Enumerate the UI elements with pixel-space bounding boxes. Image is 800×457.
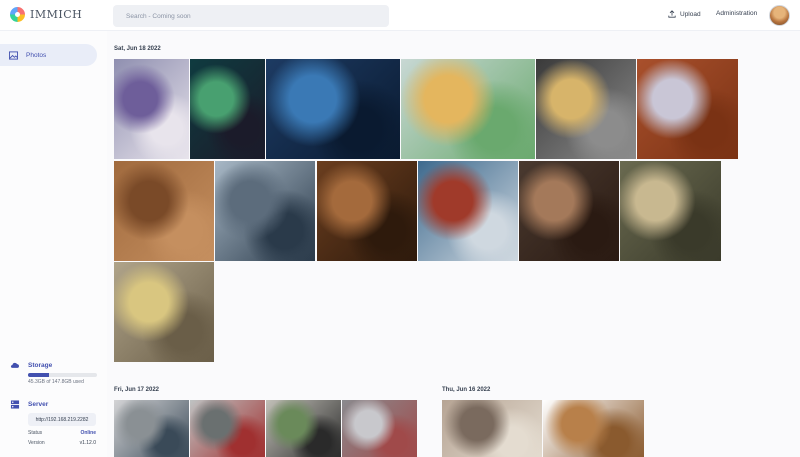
upload-label: Upload xyxy=(680,10,701,18)
date-group-heading: Thu, Jun 16 2022 xyxy=(442,387,491,393)
status-value: Online xyxy=(80,430,96,436)
server-rack-photo[interactable] xyxy=(114,400,189,457)
coffee-roaster-photo[interactable] xyxy=(519,161,619,261)
search-input[interactable]: Search - Coming soon xyxy=(113,5,389,27)
photo-timeline: Sat, Jun 18 2022 Fri, Jun 17 2022 Thu, J… xyxy=(107,31,800,457)
dry-goods-jars-photo[interactable] xyxy=(114,262,214,362)
storage-title: Storage xyxy=(28,361,53,369)
cable-bundle-photo[interactable] xyxy=(342,400,417,457)
server-url: http://192.168.219.2282 xyxy=(28,413,96,426)
user-avatar[interactable] xyxy=(769,5,790,26)
administration-link[interactable]: Administration xyxy=(716,10,757,17)
tablet-screen-photo[interactable] xyxy=(114,59,189,159)
storage-progress-fill xyxy=(28,373,50,377)
version-value: v1.12.0 xyxy=(79,440,96,446)
top-bar: IMMICH Search - Coming soon Upload Admin… xyxy=(0,0,800,31)
spice-jars-photo[interactable] xyxy=(620,161,721,261)
mirror-selfie-photo[interactable] xyxy=(442,400,542,457)
pasta-jar-photo[interactable] xyxy=(536,59,636,159)
photo-icon xyxy=(9,50,18,60)
app-name: IMMICH xyxy=(30,8,83,21)
sidebar: Photos Storage 45.3GB of 147.8GB used Se… xyxy=(0,31,107,457)
status-label: Status xyxy=(28,430,43,436)
wiring-panel-photo[interactable] xyxy=(190,400,265,457)
containers-photo[interactable] xyxy=(418,161,518,261)
server-heading: Server xyxy=(10,400,48,409)
sidebar-item-photos[interactable]: Photos xyxy=(0,44,97,66)
date-group-heading: Fri, Jun 17 2022 xyxy=(114,387,160,393)
hazelnuts-photo[interactable] xyxy=(317,161,417,261)
teddy-bear-photo[interactable] xyxy=(543,400,644,457)
gloves-beans-photo[interactable] xyxy=(637,59,738,159)
server-title: Server xyxy=(28,401,49,408)
server-status-row: Status Online xyxy=(28,430,96,436)
almonds-photo[interactable] xyxy=(114,161,214,261)
app-logo[interactable]: IMMICH xyxy=(10,7,82,22)
cargo-ship-photo[interactable] xyxy=(215,161,315,261)
upload-button[interactable]: Upload xyxy=(668,10,701,18)
server-icon xyxy=(10,400,20,409)
play-table-photo[interactable] xyxy=(401,59,535,159)
upload-icon xyxy=(668,10,676,18)
cloud-icon xyxy=(10,362,20,368)
server-version-row: Version v1.12.0 xyxy=(28,440,96,446)
version-label: Version xyxy=(28,440,45,446)
sidebar-item-label: Photos xyxy=(26,51,47,59)
storage-usage-text: 45.3GB of 147.8GB used xyxy=(28,379,84,385)
circuit-board-photo[interactable] xyxy=(266,400,341,457)
logo-icon xyxy=(10,7,25,22)
storage-progress-bar xyxy=(28,373,97,377)
neon-room-photo[interactable] xyxy=(266,59,400,159)
led-floor-photo[interactable] xyxy=(190,59,265,159)
storage-heading: Storage xyxy=(10,361,52,369)
date-group-heading: Sat, Jun 18 2022 xyxy=(114,46,161,52)
